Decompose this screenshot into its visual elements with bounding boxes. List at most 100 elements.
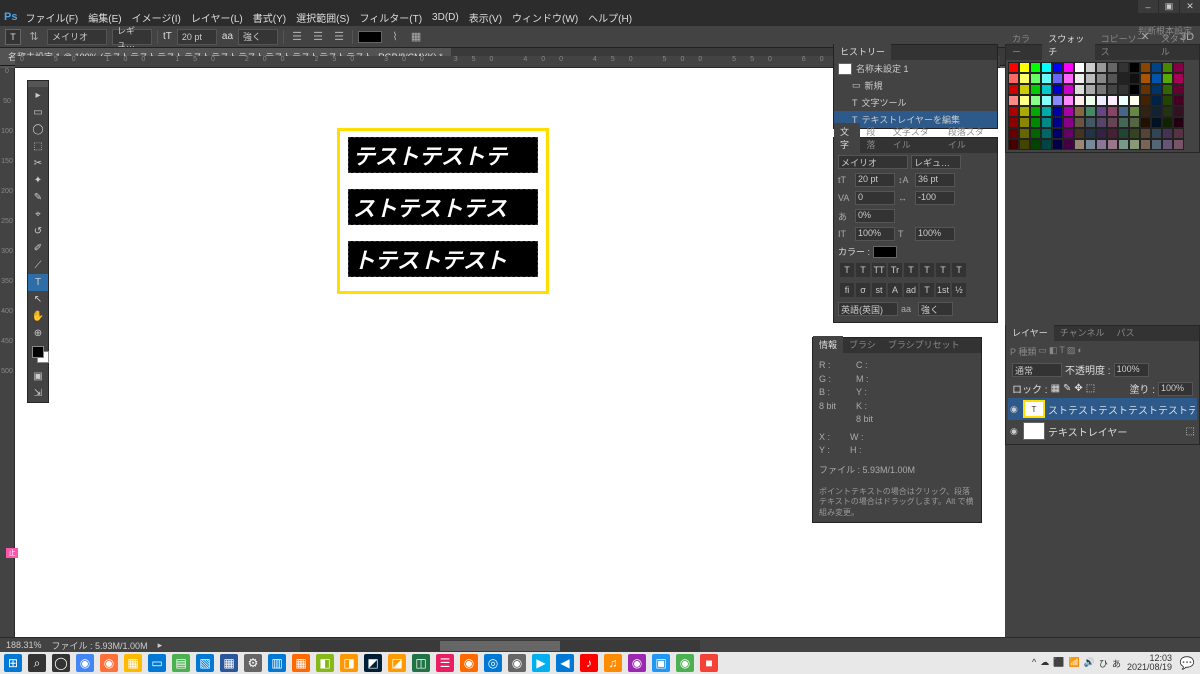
swatch[interactable] [1151,117,1162,128]
swatch[interactable] [1030,139,1041,150]
notification-icon[interactable]: 💬 [1178,654,1196,672]
swatch[interactable] [1162,139,1173,150]
swatch[interactable] [1063,73,1074,84]
swatch[interactable] [1096,95,1107,106]
swatch[interactable] [1118,139,1129,150]
swatch[interactable] [1085,95,1096,106]
fg-color[interactable] [32,346,44,358]
paths-tab[interactable]: パス [1110,324,1140,341]
styles-tab[interactable]: スタイル [1155,30,1199,60]
swatch[interactable] [1052,95,1063,106]
layer-item[interactable]: ◉Tストテストテストテストテストテストテスト… [1008,398,1197,420]
filter-icon[interactable]: ▭ [1038,345,1047,358]
filter-icon[interactable]: ◐ [1077,345,1082,358]
swatch[interactable] [1074,117,1085,128]
ot-button[interactable]: ½ [952,283,966,297]
layer-item[interactable]: ◉テキストレイヤー⬚ [1008,420,1197,442]
swatch[interactable] [1008,139,1019,150]
charstyle-tab[interactable]: 文字スタイル [887,123,942,153]
systray-icon[interactable]: ひ [1099,657,1108,670]
swatch[interactable] [1096,139,1107,150]
history-snapshot[interactable]: 名称未設定 1 [834,60,997,77]
swatch[interactable] [1085,62,1096,73]
lock-icon[interactable]: ▦ [1051,383,1060,394]
fill-input[interactable]: 100% [1158,382,1193,396]
kerning-input[interactable]: 0 [855,191,895,205]
font-size-dropdown[interactable]: 20 pt [177,29,217,45]
swatch[interactable] [1008,117,1019,128]
swatch[interactable] [1140,84,1151,95]
swatch[interactable] [1085,128,1096,139]
filter-icon[interactable]: ◧ [1049,345,1058,358]
swatch[interactable] [1074,95,1085,106]
swatch[interactable] [1085,73,1096,84]
swatch[interactable] [1030,84,1041,95]
swatch[interactable] [1140,117,1151,128]
swatch[interactable] [1129,62,1140,73]
lock-icon[interactable]: ✥ [1074,383,1082,394]
swatch[interactable] [1052,128,1063,139]
tool-5[interactable]: ✦ [28,172,48,189]
layers-tab[interactable]: レイヤー [1006,324,1054,341]
swatch[interactable] [1008,84,1019,95]
swatch[interactable] [1008,106,1019,117]
swatch[interactable] [1162,73,1173,84]
taskbar-app-icon[interactable]: ◉ [676,654,694,672]
font-weight-input[interactable]: レギュ… [911,155,961,169]
swatch[interactable] [1140,139,1151,150]
swatch[interactable] [1030,128,1041,139]
tool-8[interactable]: ↺ [28,223,48,240]
blend-mode-dropdown[interactable]: 通常 [1012,363,1062,377]
swatch[interactable] [1107,106,1118,117]
swatch[interactable] [1074,62,1085,73]
swatch[interactable] [1074,84,1085,95]
swatch[interactable] [1151,73,1162,84]
ot-button[interactable]: 1st [936,283,950,297]
menu-edit[interactable]: 編集(E) [88,10,121,25]
swatch[interactable] [1162,117,1173,128]
swatch[interactable] [1173,73,1184,84]
taskbar-app-icon[interactable]: ⊞ [4,654,22,672]
swatch[interactable] [1074,139,1085,150]
systray-icon[interactable]: ☁ [1040,657,1049,670]
menu-view[interactable]: 表示(V) [469,10,502,25]
style-button[interactable]: Tr [888,263,902,277]
style-button[interactable]: TT [872,263,886,277]
swatch[interactable] [1107,128,1118,139]
swatch[interactable] [1030,62,1041,73]
taskbar-app-icon[interactable]: ◉ [628,654,646,672]
baseline-input[interactable]: 0% [855,209,895,223]
tool-6[interactable]: ✎ [28,189,48,206]
swatch[interactable] [1173,139,1184,150]
swatch[interactable] [1118,117,1129,128]
swatch[interactable] [1008,73,1019,84]
menu-window[interactable]: ウィンドウ(W) [512,10,578,25]
brush-tab[interactable]: ブラシ [843,336,882,353]
swatch[interactable] [1118,62,1129,73]
chevron-right-icon[interactable]: ▸ [158,640,163,651]
swatch[interactable] [1063,128,1074,139]
tool-0[interactable]: ▸ [28,87,48,104]
lang-input[interactable]: 英語(英国) [838,302,898,316]
text-frame[interactable]: テストテストテ ストテストテス トテストテスト [337,128,549,294]
swatch[interactable] [1085,139,1096,150]
color-tab[interactable]: カラー [1006,30,1042,60]
swatch[interactable] [1162,106,1173,117]
swatch[interactable] [1118,95,1129,106]
swatch[interactable] [1030,95,1041,106]
layer-thumb[interactable]: T [1023,400,1045,418]
ot-button[interactable]: σ [856,283,870,297]
tool-11[interactable]: T [28,274,48,291]
swatch[interactable] [1151,139,1162,150]
swatch[interactable] [1162,128,1173,139]
text-line[interactable]: ストテストテス [348,189,538,225]
swatch[interactable] [1140,106,1151,117]
swatch[interactable] [1118,73,1129,84]
taskbar-app-icon[interactable]: ◨ [340,654,358,672]
swatch[interactable] [1052,73,1063,84]
swatch[interactable] [1162,62,1173,73]
swatch[interactable] [1030,106,1041,117]
swatch[interactable] [1173,62,1184,73]
font-family-input[interactable]: メイリオ [838,155,908,169]
font-family-dropdown[interactable]: メイリオ [47,29,107,45]
